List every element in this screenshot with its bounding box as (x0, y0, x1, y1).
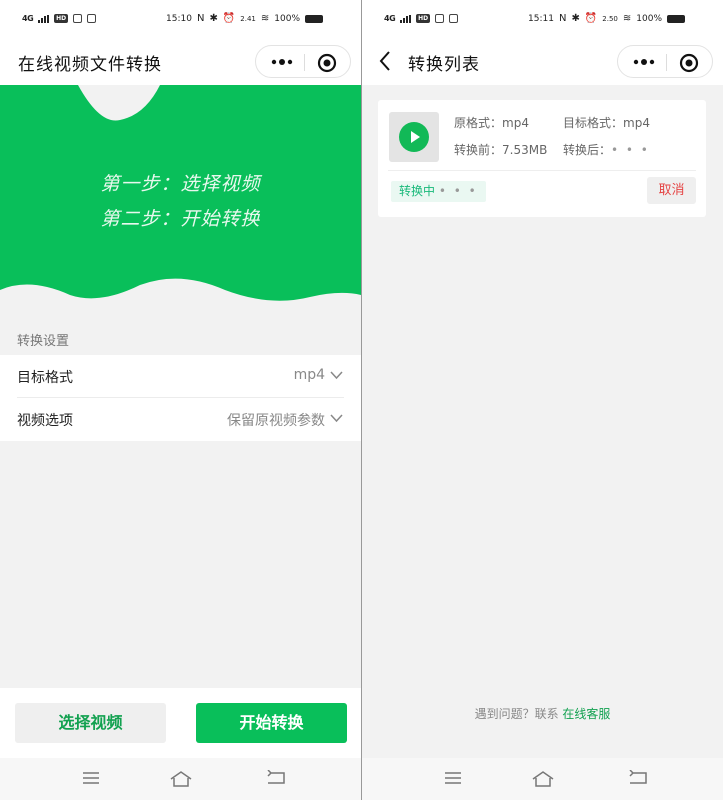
page-title: 转换列表 (408, 55, 480, 75)
nav-bar: 在线视频文件转换 (0, 40, 361, 85)
battery-percent: 100% (636, 13, 662, 24)
chevron-down-icon (330, 371, 343, 380)
target-format-value: mp4 (623, 116, 650, 130)
status-badge: 转换中 • • • (391, 181, 486, 202)
back-arrow-icon[interactable] (376, 48, 396, 74)
notification-icon (449, 14, 459, 23)
signal-icon (38, 14, 50, 23)
source-format: 原格式：mp4 (454, 114, 529, 131)
status-bar: 4G HD 15:10 N ✱ ⏰ 2.41 ≋ 100% (0, 0, 361, 40)
alarm-icon: ⏰ (584, 13, 598, 24)
battery-icon (667, 14, 685, 23)
status-bar: 4G HD 15:11 N ✱ ⏰ 2.50 ≋ 100% (362, 0, 723, 40)
alarm-icon: ⏰ (222, 13, 236, 24)
video-options-value: 保留原视频参数 (227, 413, 325, 429)
video-thumbnail[interactable] (389, 112, 439, 162)
back-icon[interactable] (628, 770, 648, 786)
settings-list: 目标格式 mp4 视频选项 保留原视频参数 (0, 355, 361, 441)
battery-percent: 100% (274, 13, 300, 24)
chevron-down-icon (330, 414, 343, 423)
menu-icon[interactable] (82, 770, 100, 786)
video-options-row[interactable]: 视频选项 保留原视频参数 (0, 398, 361, 441)
size-before: 转换前：7.53MB (454, 141, 547, 158)
step-one-text: 第一步：选择视频 (100, 173, 261, 195)
net-speed: 2.41 (240, 14, 256, 23)
status-time: 15:11 (528, 13, 554, 24)
capsule-divider (304, 54, 305, 71)
action-bar: 选择视频 开始转换 (0, 688, 361, 758)
page-title: 在线视频文件转换 (18, 55, 162, 75)
battery-icon (305, 14, 323, 23)
status-text: 转换中 (399, 184, 436, 198)
target-icon[interactable] (317, 53, 337, 73)
target-icon[interactable] (679, 53, 699, 73)
hero-decoration (0, 85, 361, 311)
size-before-value: 7.53MB (502, 143, 548, 157)
source-format-value: mp4 (502, 116, 529, 130)
net-speed: 2.50 (602, 14, 618, 23)
menu-icon[interactable] (444, 770, 462, 786)
help-footer: 遇到问题？联系 在线客服 (362, 705, 723, 722)
wifi-icon: ≋ (622, 13, 632, 24)
nfc-icon: N (558, 13, 567, 24)
left-screen: 4G HD 15:10 N ✱ ⏰ 2.41 ≋ 100% 在线视频文件转换 第… (0, 0, 361, 800)
bluetooth-icon: ✱ (571, 13, 580, 24)
capsule-divider (666, 54, 667, 71)
target-format: 目标格式：mp4 (563, 114, 650, 131)
step-two-text: 第二步：开始转换 (100, 208, 261, 230)
target-format-value: mp4 (293, 367, 325, 383)
more-dots-icon[interactable] (270, 52, 294, 72)
target-format-row[interactable]: 目标格式 mp4 (0, 355, 361, 398)
row-label: 视频选项 (17, 413, 73, 429)
notification-icon (435, 14, 445, 23)
conversion-item-card: 原格式：mp4 目标格式：mp4 转换前：7.53MB 转换后：• • • 转换… (378, 100, 706, 217)
help-text: 遇到问题？联系 (474, 707, 563, 721)
hd-badge: HD (54, 14, 69, 23)
network-indicator: 4G (384, 14, 396, 23)
network-indicator: 4G (22, 14, 34, 23)
home-icon[interactable] (170, 770, 192, 788)
bluetooth-icon: ✱ (209, 13, 218, 24)
start-convert-button[interactable]: 开始转换 (196, 703, 347, 743)
wifi-icon: ≋ (260, 13, 270, 24)
play-icon (399, 122, 429, 152)
divider (388, 170, 696, 171)
right-screen: 4G HD 15:11 N ✱ ⏰ 2.50 ≋ 100% 转换列表 原格式：m… (362, 0, 723, 800)
target-format-label: 目标格式： (563, 116, 624, 130)
size-before-label: 转换前： (454, 143, 503, 157)
notification-icon (73, 14, 83, 23)
size-after: 转换后：• • • (563, 141, 650, 158)
hd-badge: HD (416, 14, 431, 23)
back-icon[interactable] (266, 770, 286, 786)
choose-video-button[interactable]: 选择视频 (15, 703, 166, 743)
notification-icon (87, 14, 97, 23)
source-format-label: 原格式： (454, 116, 503, 130)
system-nav-bar (0, 758, 361, 800)
loading-dots: • • • (438, 184, 478, 198)
nav-bar: 转换列表 (362, 40, 723, 85)
loading-dots: • • • (611, 143, 650, 157)
miniapp-capsule (255, 45, 351, 78)
system-nav-bar (362, 758, 723, 800)
size-after-label: 转换后： (563, 143, 612, 157)
nfc-icon: N (196, 13, 205, 24)
home-icon[interactable] (532, 770, 554, 788)
customer-service-link[interactable]: 在线客服 (562, 707, 610, 721)
status-time: 15:10 (166, 13, 192, 24)
row-label: 目标格式 (17, 370, 73, 386)
settings-section-label: 转换设置 (17, 334, 70, 349)
more-dots-icon[interactable] (632, 52, 656, 72)
hero-banner: 第一步：选择视频 第二步：开始转换 (0, 85, 361, 311)
miniapp-capsule (617, 45, 713, 78)
signal-icon (400, 14, 412, 23)
cancel-button[interactable]: 取消 (647, 177, 696, 204)
